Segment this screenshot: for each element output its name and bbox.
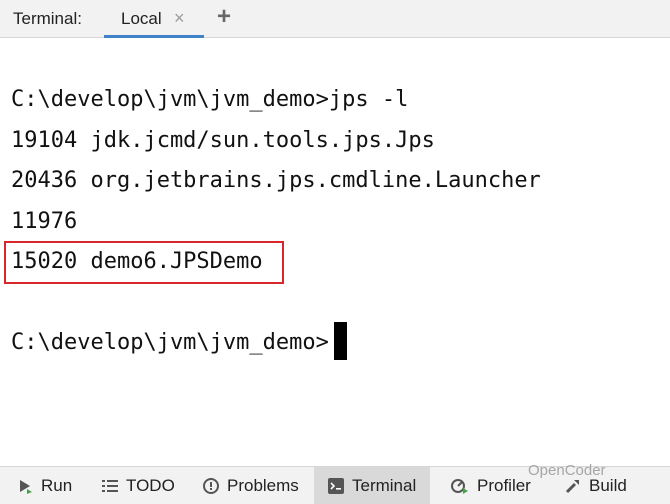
terminal-prompt: C:\develop\jvm\jvm_demo> <box>11 330 329 355</box>
text-cursor <box>334 322 347 360</box>
run-icon <box>17 478 33 494</box>
tool-profiler[interactable]: Profiler <box>451 467 531 504</box>
tool-terminal-label: Terminal <box>352 475 417 495</box>
tool-run[interactable]: Run <box>17 467 72 504</box>
terminal-line: 11976 <box>11 209 78 234</box>
tab-local[interactable]: Local × <box>104 0 204 38</box>
terminal-line: 19104 jdk.jcmd/sun.tools.jps.Jps <box>11 128 435 153</box>
profiler-icon <box>451 478 469 494</box>
highlight-box <box>4 241 284 284</box>
terminal-output[interactable]: C:\develop\jvm\jvm_demo>jps -l 19104 jdk… <box>0 38 670 466</box>
close-icon[interactable]: × <box>174 8 185 29</box>
tab-local-label: Local <box>121 9 162 28</box>
build-icon <box>565 478 581 494</box>
tool-terminal[interactable]: Terminal <box>314 467 431 504</box>
tool-profiler-label: Profiler <box>477 475 531 495</box>
terminal-line: 20436 org.jetbrains.jps.cmdline.Launcher <box>11 168 541 193</box>
tool-problems[interactable]: Problems <box>203 467 299 504</box>
problems-icon <box>203 477 219 494</box>
terminal-icon <box>328 477 344 494</box>
tool-todo[interactable]: TODO <box>102 467 175 504</box>
tool-todo-label: TODO <box>126 475 175 495</box>
terminal-caption: Terminal: <box>13 9 82 28</box>
list-icon <box>102 479 118 493</box>
tool-problems-label: Problems <box>227 475 299 495</box>
terminal-tab-strip: Terminal: Local × + <box>0 0 670 38</box>
watermark: OpenCoder <box>528 462 606 479</box>
add-tab-icon[interactable]: + <box>217 3 231 31</box>
tool-run-label: Run <box>41 475 73 495</box>
terminal-line: C:\develop\jvm\jvm_demo>jps -l <box>11 87 409 112</box>
